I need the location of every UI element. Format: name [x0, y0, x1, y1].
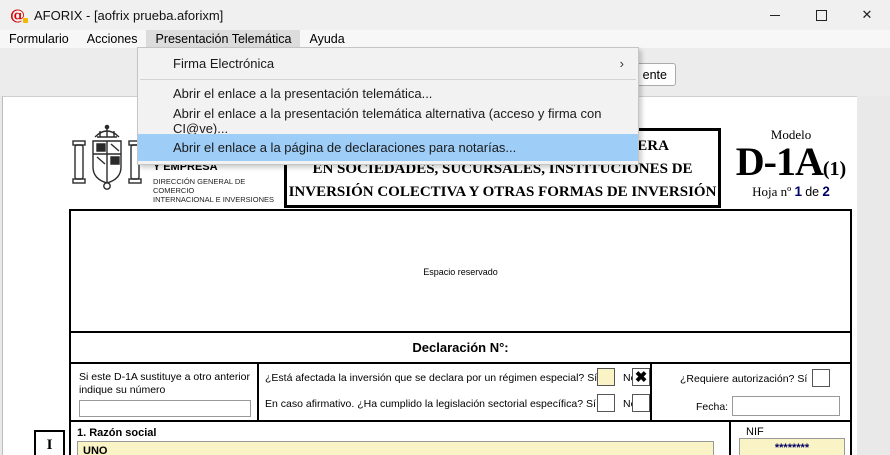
hoja-line: Hoja nº 1 de 2: [729, 184, 853, 200]
row4-divider: [729, 422, 731, 455]
regimen-q2: En caso afirmativo. ¿Ha cumplido la legi…: [265, 398, 595, 410]
menu-item-firma-electronica[interactable]: Firma Electrónica ›: [138, 48, 638, 79]
spain-coat-of-arms: [67, 123, 147, 205]
regimen-cell: ¿Está afectada la inversión que se decla…: [259, 364, 652, 420]
regimen-q1-no-checkbox[interactable]: ✖: [632, 368, 650, 386]
logo-dot: [23, 18, 28, 23]
autorizacion-si-checkbox[interactable]: [812, 369, 830, 387]
espacio-reservado-box: Espacio reservado: [71, 211, 850, 333]
sustituye-cell: Si este D-1A sustituye a otro anterior i…: [71, 364, 259, 420]
regimen-q2-no-checkbox[interactable]: [632, 394, 650, 412]
ministry-dg-line1: DIRECCIÓN GENERAL DE COMERCIO: [153, 177, 288, 195]
maximize-button[interactable]: [798, 0, 844, 30]
nif-label: NIF: [746, 426, 764, 438]
menu-ayuda[interactable]: Ayuda: [300, 30, 353, 48]
razon-social-input[interactable]: UNO: [77, 441, 714, 455]
sustituye-input[interactable]: [79, 400, 251, 417]
ministry-block: Y EMPRESA DIRECCIÓN GENERAL DE COMERCIO …: [153, 161, 288, 204]
autorizacion-cell: ¿Requiere autorización? Sí Fecha:: [652, 364, 850, 420]
presentacion-telematica-menu: Firma Electrónica › Abrir el enlace a la…: [137, 47, 639, 165]
aforix-logo-icon: @: [10, 6, 25, 24]
title-bar: @ AFORIX - [aofrix prueba.aforixm] ✕: [0, 0, 890, 30]
menu-presentacion-telematica[interactable]: Presentación Telemática: [146, 30, 300, 48]
fecha-input[interactable]: [732, 396, 840, 416]
minimize-icon: [770, 15, 780, 16]
razon-social-label: 1. Razón social: [77, 427, 156, 439]
menu-acciones[interactable]: Acciones: [78, 30, 147, 48]
minimize-button[interactable]: [752, 0, 798, 30]
questions-row: Si este D-1A sustituye a otro anterior i…: [71, 364, 850, 422]
declaracion-row: Declaración N°:: [71, 333, 850, 364]
hoja-total: 2: [822, 184, 830, 199]
ministry-dg-line2: INTERNACIONAL E INVERSIONES: [153, 195, 288, 204]
regimen-q1-si-checkbox[interactable]: [597, 368, 615, 386]
espacio-reservado-label: Espacio reservado: [71, 267, 850, 277]
sustituye-line1: Si este D-1A sustituye a otro anterior: [79, 371, 250, 384]
regimen-q2-si-checkbox[interactable]: [597, 394, 615, 412]
section-numeral-box: I: [34, 430, 65, 455]
x-mark-icon: ✖: [635, 368, 648, 386]
menu-formulario[interactable]: Formulario: [0, 30, 78, 48]
app-window: @ AFORIX - [aofrix prueba.aforixm] ✕ For…: [0, 0, 890, 455]
section-numeral: I: [47, 437, 53, 454]
nif-input[interactable]: ********: [739, 438, 845, 455]
maximize-icon: [816, 10, 827, 21]
menu-bar: Formulario Acciones Presentación Telemát…: [0, 30, 890, 48]
submenu-arrow-icon: ›: [620, 56, 624, 71]
main-form-table: Espacio reservado Declaración N°: Si est…: [69, 209, 852, 455]
modelo-code: D-1A(1): [729, 143, 853, 181]
close-icon: ✕: [862, 7, 873, 23]
razon-social-row: 1. Razón social UNO NIF ********: [71, 422, 850, 455]
regimen-q1: ¿Está afectada la inversión que se decla…: [265, 372, 595, 384]
window-title: AFORIX - [aofrix prueba.aforixm]: [34, 8, 223, 23]
declaracion-label: Declaración N°:: [412, 340, 508, 355]
menu-item-abrir-presentacion-telematica[interactable]: Abrir el enlace a la presentación telemá…: [138, 80, 638, 107]
hoja-number: 1: [794, 184, 802, 199]
fecha-label: Fecha:: [696, 401, 728, 413]
menu-item-abrir-pagina-notarias[interactable]: Abrir el enlace a la página de declaraci…: [138, 134, 638, 161]
close-button[interactable]: ✕: [844, 0, 890, 30]
caption-buttons: ✕: [752, 0, 890, 30]
modelo-block: Modelo D-1A(1) Hoja nº 1 de 2: [729, 127, 853, 200]
sustituye-line2: indique su número: [79, 384, 250, 397]
menu-item-abrir-presentacion-alternativa[interactable]: Abrir el enlace a la presentación telemá…: [138, 107, 638, 134]
autorizacion-question: ¿Requiere autorización? Sí: [680, 373, 807, 385]
form-title-line3: INVERSIÓN COLECTIVA Y OTRAS FORMAS DE IN…: [287, 181, 718, 204]
